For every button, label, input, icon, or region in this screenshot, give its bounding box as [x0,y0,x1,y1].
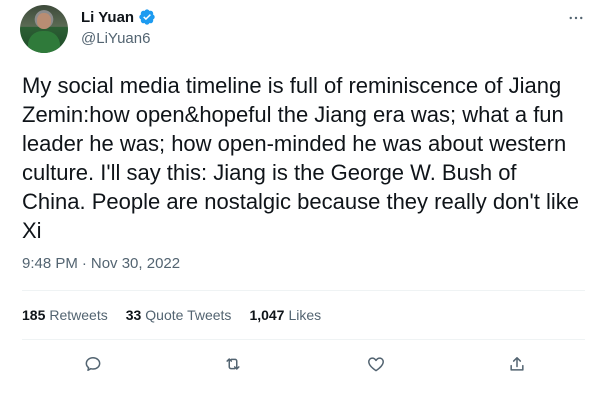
tweet-timestamp: 9:48 PM · Nov 30, 2022 [22,255,180,272]
retweets-count: 185 [22,307,46,323]
likes-label: Likes [288,307,322,323]
quote-tweets-label: Quote Tweets [145,307,232,323]
verified-badge-icon [138,8,156,26]
action-bar [0,354,599,380]
engagement-stats: 185 Retweets 33 Quote Tweets 1,047 Likes [22,307,321,323]
more-options-icon[interactable] [566,8,586,28]
likes-stat[interactable]: 1,047 Likes [249,307,321,323]
share-icon [507,354,527,379]
tweet-time-link[interactable]: 9:48 PM [22,255,78,272]
author-display-name[interactable]: Li Yuan [81,9,134,26]
retweets-label: Retweets [49,307,108,323]
reply-button[interactable] [81,354,105,378]
avatar-face [37,13,51,29]
retweet-icon [223,354,243,379]
author-handle[interactable]: @LiYuan6 [81,30,150,47]
like-icon [366,354,386,379]
like-button[interactable] [364,354,388,378]
retweets-stat[interactable]: 185 Retweets [22,307,108,323]
tweet-date-link[interactable]: Nov 30, 2022 [91,255,180,272]
quote-tweets-stat[interactable]: 33 Quote Tweets [126,307,232,323]
divider [22,290,585,291]
likes-count: 1,047 [249,307,285,323]
timestamp-separator: · [81,255,87,272]
reply-icon [83,354,103,379]
author-name-row: Li Yuan [81,8,156,26]
divider [22,339,585,340]
share-button[interactable] [505,354,529,378]
avatar-shirt [28,31,60,53]
tweet-card: Li Yuan @LiYuan6 My social media timelin… [0,0,599,403]
retweet-button[interactable] [221,354,245,378]
avatar[interactable] [20,5,68,53]
quote-tweets-count: 33 [125,307,142,323]
tweet-text: My social media timeline is full of remi… [22,73,579,243]
